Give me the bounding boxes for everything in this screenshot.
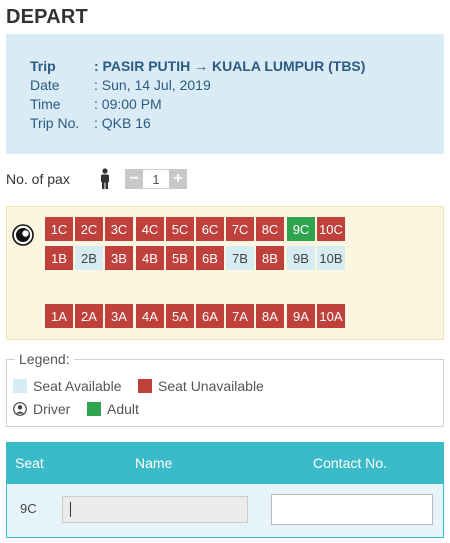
row-seat-value: 9C <box>20 501 37 516</box>
legend-available-label: Seat Available <box>33 378 122 394</box>
trip-row-date: Date : Sun, 14 Jul, 2019 <box>30 77 211 93</box>
header-seat: Seat <box>15 455 44 471</box>
legend-box: Legend: Seat Available Seat Unavailable … <box>6 351 444 427</box>
pax-stepper[interactable]: − 1 + <box>125 169 187 189</box>
trip-row-route: Trip : PASIR PUTIH → KUALA LUMPUR (TBS) <box>30 58 365 74</box>
trip-no-label: Trip No. <box>30 115 80 131</box>
seat-7c: 7C <box>226 217 254 241</box>
trip-row-time: Time : 09:00 PM <box>30 96 162 112</box>
legend-available: Seat Available <box>13 378 121 394</box>
legend-adult-label: Adult <box>107 401 139 417</box>
legend-driver-label: Driver <box>33 401 71 417</box>
name-input[interactable] <box>62 496 248 523</box>
seat-4c: 4C <box>136 217 164 241</box>
seat-2b[interactable]: 2B <box>75 246 103 270</box>
unavailable-swatch <box>138 379 152 393</box>
increment-button[interactable]: + <box>169 169 187 189</box>
seat-2a: 2A <box>75 304 103 328</box>
trip-label: Trip <box>30 58 56 74</box>
seat-9b[interactable]: 9B <box>287 246 315 270</box>
seat-5a: 5A <box>166 304 194 328</box>
seat-4a: 4A <box>136 304 164 328</box>
seat-3b: 3B <box>105 246 133 270</box>
header-contact: Contact No. <box>313 455 387 471</box>
seat-8a: 8A <box>256 304 284 328</box>
seat-1b: 1B <box>45 246 73 270</box>
text-caret <box>70 502 71 517</box>
table-row: 9C <box>7 484 443 537</box>
seat-6c: 6C <box>196 217 224 241</box>
time-value: : 09:00 PM <box>94 96 162 112</box>
seat-1a: 1A <box>45 304 73 328</box>
legend-title: Legend: <box>15 351 74 367</box>
seat-10a: 10A <box>317 304 345 328</box>
seat-6a: 6A <box>196 304 224 328</box>
seat-3c: 3C <box>105 217 133 241</box>
pax-label: No. of pax <box>6 171 70 187</box>
trip-value: : PASIR PUTIH → KUALA LUMPUR (TBS) <box>94 58 366 74</box>
steering-wheel-icon <box>12 224 34 246</box>
trip-no-value: : QKB 16 <box>94 115 151 131</box>
seat-1c: 1C <box>45 217 73 241</box>
driver-icon <box>13 402 27 416</box>
decrement-button[interactable]: − <box>125 169 143 189</box>
page-title: DEPART <box>6 6 88 28</box>
seat-9c[interactable]: 9C <box>287 217 315 241</box>
seat-7b[interactable]: 7B <box>226 246 254 270</box>
passenger-table: Seat Name Contact No. 9C <box>6 442 444 538</box>
seat-4b: 4B <box>136 246 164 270</box>
legend-unavailable: Seat Unavailable <box>138 378 264 394</box>
seat-7a: 7A <box>226 304 254 328</box>
seat-10c: 10C <box>317 217 345 241</box>
legend-unavailable-label: Seat Unavailable <box>158 378 264 394</box>
trip-info-panel: Trip : PASIR PUTIH → KUALA LUMPUR (TBS) … <box>6 34 444 154</box>
adult-swatch <box>87 402 101 416</box>
seat-5b: 5B <box>166 246 194 270</box>
header-name: Name <box>135 455 173 471</box>
seat-8b: 8B <box>256 246 284 270</box>
seat-3a: 3A <box>105 304 133 328</box>
pax-count[interactable]: 1 <box>143 169 169 189</box>
seat-5c: 5C <box>166 217 194 241</box>
seat-10b[interactable]: 10B <box>317 246 345 270</box>
seat-8c: 8C <box>256 217 284 241</box>
legend-adult: Adult <box>87 401 139 417</box>
trip-row-number: Trip No. : QKB 16 <box>30 115 151 131</box>
seat-6b: 6B <box>196 246 224 270</box>
contact-input[interactable] <box>271 494 433 525</box>
date-value: : Sun, 14 Jul, 2019 <box>94 77 211 93</box>
date-label: Date <box>30 77 60 93</box>
legend-driver: Driver <box>13 401 70 417</box>
table-header: Seat Name Contact No. <box>7 443 443 484</box>
seat-2c: 2C <box>75 217 103 241</box>
available-swatch <box>13 379 27 393</box>
person-icon <box>101 168 109 189</box>
time-label: Time <box>30 96 61 112</box>
seat-9a: 9A <box>287 304 315 328</box>
